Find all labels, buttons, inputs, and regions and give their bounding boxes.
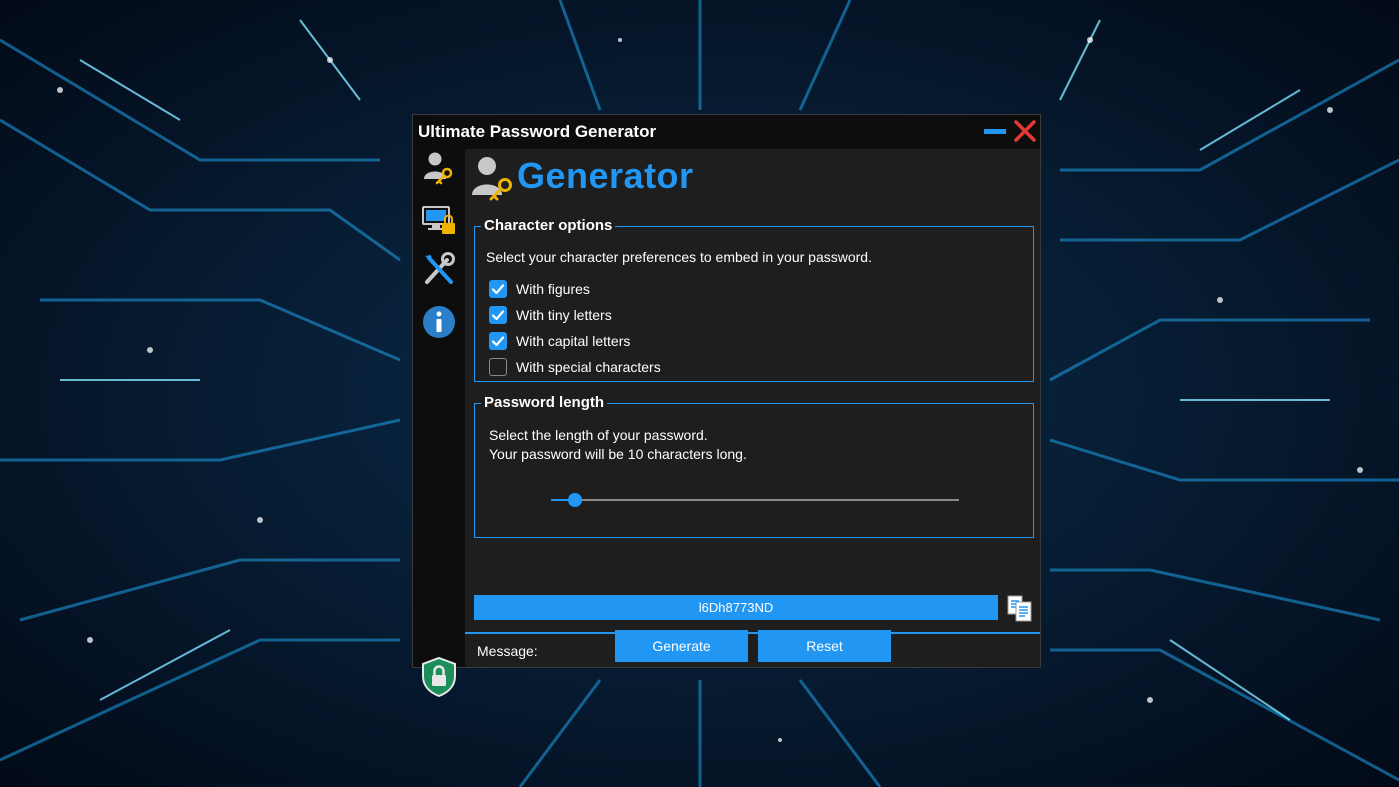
checkbox-unchecked[interactable] xyxy=(489,358,507,376)
length-slider-thumb[interactable] xyxy=(568,493,583,507)
checkbox-checked[interactable] xyxy=(489,306,507,324)
character-options-legend: Character options xyxy=(481,217,616,234)
window-title: Ultimate Password Generator xyxy=(418,122,657,141)
checkmark-icon xyxy=(491,336,505,347)
password-length-legend: Password length xyxy=(481,394,608,411)
character-options-description: Select your character preferences to emb… xyxy=(486,249,872,265)
password-length-description: Select the length of your password. xyxy=(489,427,708,443)
checkbox-checked[interactable] xyxy=(489,332,507,350)
option-label: With special characters xyxy=(516,359,661,375)
option-checkbox-row[interactable]: With figures xyxy=(489,279,590,299)
title-bar[interactable]: Ultimate Password Generator xyxy=(413,115,1040,149)
main-content: Generator Character options Select your … xyxy=(465,149,1040,667)
option-checkbox-row[interactable]: With tiny letters xyxy=(489,305,612,325)
close-button[interactable] xyxy=(1013,119,1037,143)
sidebar xyxy=(413,149,465,698)
option-label: With capital letters xyxy=(516,333,631,349)
checkmark-icon xyxy=(491,284,505,295)
length-slider[interactable] xyxy=(551,493,959,507)
generate-button[interactable]: Generate xyxy=(615,630,748,662)
password-length-group: Password length Select the length of you… xyxy=(474,394,1034,538)
checkmark-icon xyxy=(491,310,505,321)
checkbox-checked[interactable] xyxy=(489,280,507,298)
password-length-summary: Your password will be 10 characters long… xyxy=(489,446,747,462)
message-label: Message: xyxy=(477,643,538,659)
character-options-group: Character options Select your character … xyxy=(474,217,1034,382)
copy-icon[interactable] xyxy=(1005,593,1035,623)
option-checkbox-row[interactable]: With special characters xyxy=(489,357,661,377)
option-checkbox-row[interactable]: With capital letters xyxy=(489,331,630,351)
generated-password-field[interactable]: l6Dh8773ND xyxy=(474,595,998,620)
option-label: With tiny letters xyxy=(516,307,612,323)
minimize-button[interactable] xyxy=(984,129,1006,134)
app-window: Ultimate Password Generator Generator Ch… xyxy=(412,114,1041,698)
message-divider xyxy=(465,632,1040,634)
shield-lock-icon xyxy=(422,656,456,698)
option-label: With figures xyxy=(516,281,590,297)
reset-button[interactable]: Reset xyxy=(758,630,891,662)
user-key-icon xyxy=(472,157,512,201)
tools-icon[interactable] xyxy=(421,252,457,288)
info-icon[interactable] xyxy=(421,304,457,340)
page-title: Generator xyxy=(517,155,694,196)
monitor-lock-icon[interactable] xyxy=(421,201,457,237)
user-key-icon[interactable] xyxy=(421,149,457,185)
